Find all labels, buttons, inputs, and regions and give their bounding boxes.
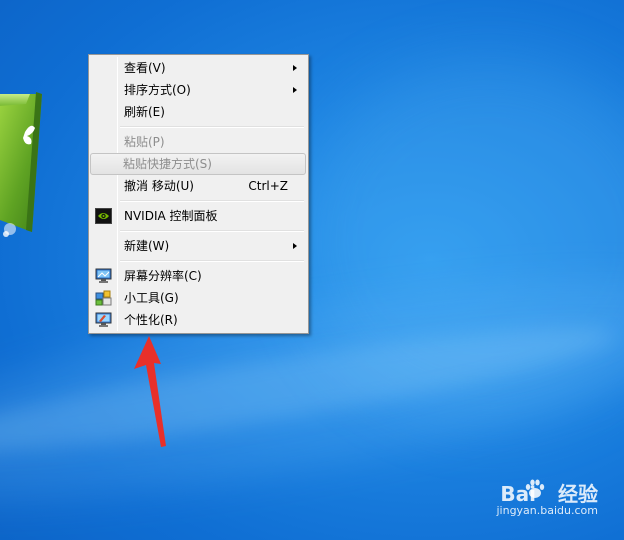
watermark-url: jingyan.baidu.com — [496, 504, 598, 517]
menu-separator — [120, 230, 304, 232]
menu-item-label: 撤消 移动(U) — [124, 179, 194, 193]
menu-item-screen-resolution[interactable]: 屏幕分辨率(C) — [91, 265, 306, 287]
submenu-arrow-icon — [293, 65, 297, 71]
menu-item-label: 查看(V) — [124, 61, 166, 75]
menu-item-gadgets[interactable]: 小工具(G) — [91, 287, 306, 309]
menu-item-label: 屏幕分辨率(C) — [124, 269, 202, 283]
menu-item-undo-move[interactable]: 撤消 移动(U) Ctrl+Z — [91, 175, 306, 197]
desktop-gadget-tile[interactable] — [0, 82, 66, 257]
submenu-arrow-icon — [293, 87, 297, 93]
menu-item-personalize[interactable]: 个性化(R) — [91, 309, 306, 331]
menu-item-label: 排序方式(O) — [124, 83, 191, 97]
menu-item-paste[interactable]: 粘贴(P) — [91, 131, 306, 153]
menu-item-nvidia-control-panel[interactable]: NVIDIA 控制面板 — [91, 205, 306, 227]
menu-item-label: 粘贴(P) — [124, 135, 165, 149]
menu-separator — [120, 126, 304, 128]
menu-item-label: 小工具(G) — [124, 291, 179, 305]
menu-item-shortcut: Ctrl+Z — [248, 179, 288, 193]
menu-separator — [120, 260, 304, 262]
menu-item-label: 粘贴快捷方式(S) — [123, 157, 212, 171]
nvidia-icon — [95, 208, 112, 224]
paw-icon — [525, 479, 545, 498]
submenu-arrow-icon — [293, 243, 297, 249]
butterfly-tile-icon — [0, 92, 42, 237]
menu-separator — [120, 200, 304, 202]
red-arrow-icon — [134, 336, 166, 447]
menu-item-view[interactable]: 查看(V) — [91, 57, 306, 79]
menu-item-new[interactable]: 新建(W) — [91, 235, 306, 257]
menu-item-label: 个性化(R) — [124, 313, 178, 327]
menu-item-label: NVIDIA 控制面板 — [124, 209, 218, 223]
baidu-jingyan-watermark: Bai 经验 jingyan.baidu.com — [478, 478, 598, 520]
menu-item-refresh[interactable]: 刷新(E) — [91, 101, 306, 123]
menu-item-label: 刷新(E) — [124, 105, 165, 119]
desktop[interactable]: 查看(V) 排序方式(O) 刷新(E) 粘贴(P) 粘贴快捷方式(S) 撤消 移… — [0, 0, 624, 540]
watermark-brand: Bai 经验 — [500, 482, 598, 506]
display-resolution-icon — [95, 268, 112, 284]
gadgets-icon — [95, 290, 112, 306]
personalize-icon — [95, 312, 112, 328]
menu-item-paste-shortcut[interactable]: 粘贴快捷方式(S) — [90, 153, 306, 175]
menu-item-sort-by[interactable]: 排序方式(O) — [91, 79, 306, 101]
desktop-context-menu: 查看(V) 排序方式(O) 刷新(E) 粘贴(P) 粘贴快捷方式(S) 撤消 移… — [88, 54, 309, 334]
menu-item-label: 新建(W) — [124, 239, 170, 253]
